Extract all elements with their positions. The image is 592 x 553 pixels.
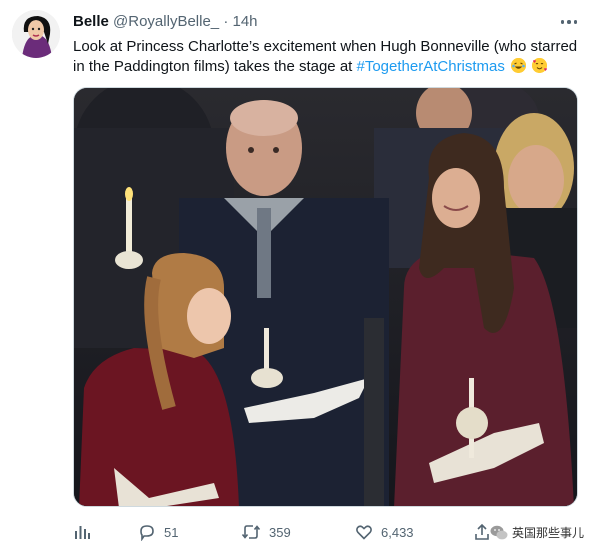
author-name[interactable]: Belle [73, 13, 109, 30]
wechat-icon [490, 525, 508, 539]
watermark-text: 英国那些事儿 [511, 526, 584, 540]
tweet-header: Belle @RoyallyBelle_ · 14h [73, 13, 258, 31]
reply-icon [140, 525, 154, 541]
heart-icon [356, 525, 372, 540]
hashtag-link[interactable]: #TogetherAtChristmas [357, 58, 505, 75]
share-button[interactable] [473, 520, 491, 544]
share-icon [475, 523, 489, 540]
retweet-count: 359 [269, 524, 291, 540]
like-button[interactable]: 6,433 [355, 520, 414, 544]
analytics-button[interactable] [73, 520, 91, 544]
retweet-button[interactable]: 359 [241, 520, 291, 544]
tweet-timestamp[interactable]: 14h [232, 13, 257, 30]
like-count: 6,433 [381, 524, 414, 540]
author-handle[interactable]: @RoyallyBelle_ [113, 13, 219, 30]
retweet-icon [241, 525, 261, 539]
carol-service-photo [74, 88, 577, 506]
smiling-face-with-hearts-icon [532, 58, 548, 73]
separator-dot: · [223, 13, 229, 30]
avatar-illustration [12, 10, 60, 58]
tweet-text: Look at Princess Charlotte’s excitement … [73, 37, 578, 77]
tweet: Belle @RoyallyBelle_ · 14h Look at Princ… [0, 0, 592, 553]
reply-button[interactable]: 51 [138, 520, 178, 544]
more-options-icon[interactable] [558, 14, 580, 30]
laughing-face-icon [511, 58, 527, 73]
reply-count: 51 [164, 524, 179, 540]
watermark: 英国那些事儿 [490, 524, 584, 541]
bar-chart-icon [75, 526, 90, 539]
author-avatar[interactable] [12, 10, 60, 58]
tweet-photo[interactable] [73, 87, 578, 507]
